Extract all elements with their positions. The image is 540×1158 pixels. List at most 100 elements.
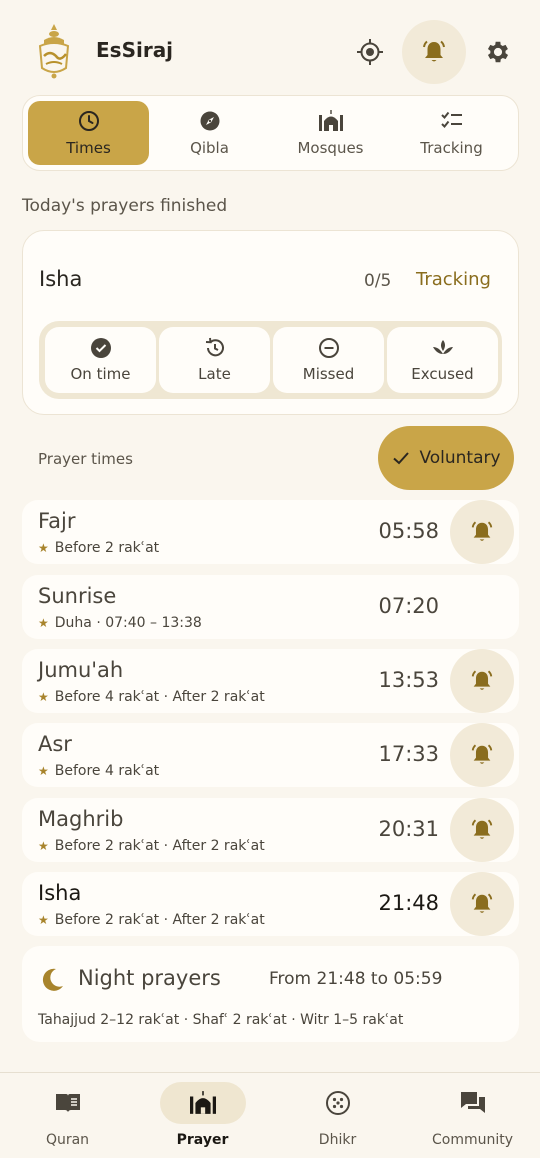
prayer-row-sunrise[interactable]: Sunrise ★ Duha · 07:40 – 13:38 07:20 bbox=[22, 575, 519, 639]
star-icon: ★ bbox=[38, 913, 49, 927]
prayer-sunnah-info: ★ Before 2 rakʿat bbox=[38, 540, 159, 556]
star-icon: ★ bbox=[38, 541, 49, 555]
current-prayer-name: Isha bbox=[39, 267, 83, 291]
status-label: On time bbox=[70, 365, 131, 383]
night-prayers-card[interactable]: Night prayers From 21:48 to 05:59 Tahajj… bbox=[22, 946, 519, 1042]
prayer-sunnah-info: ★ Duha · 07:40 – 13:38 bbox=[38, 615, 202, 631]
star-icon: ★ bbox=[38, 616, 49, 630]
bell-ringing-icon bbox=[423, 40, 445, 62]
status-label: Excused bbox=[411, 365, 474, 383]
app-logo bbox=[30, 22, 78, 80]
prayer-row-isha[interactable]: Isha ★ Before 2 rakʿat · After 2 rakʿat 21:… bbox=[22, 872, 519, 936]
minus-circle-icon bbox=[318, 338, 339, 358]
prayer-alarm-button[interactable] bbox=[450, 723, 514, 787]
bell-ringing-icon bbox=[471, 521, 493, 541]
settings-button[interactable] bbox=[474, 28, 522, 76]
chat-icon bbox=[460, 1092, 485, 1113]
nav-community[interactable]: Community bbox=[405, 1073, 540, 1158]
notifications-button[interactable] bbox=[402, 20, 466, 84]
compass-icon bbox=[200, 111, 219, 131]
checklist-icon bbox=[440, 111, 462, 128]
bell-ringing-icon bbox=[471, 744, 493, 764]
prayer-alarm-button[interactable] bbox=[450, 500, 514, 564]
status-on-time-button[interactable]: On time bbox=[45, 327, 156, 393]
sunnah-text: Duha · 07:40 – 13:38 bbox=[54, 615, 202, 631]
prayer-time: 05:58 bbox=[378, 519, 439, 543]
prayer-name: Sunrise bbox=[38, 584, 117, 608]
voluntary-label: Voluntary bbox=[419, 448, 501, 468]
status-label: Missed bbox=[302, 365, 355, 383]
prayer-alarm-button[interactable] bbox=[450, 798, 514, 862]
tab-label: Qibla bbox=[190, 139, 229, 157]
night-prayers-details: Tahajjud 2–12 rakʿat · Shafʿ 2 rakʿat · … bbox=[38, 1012, 404, 1028]
sunnah-text: Before 2 rakʿat bbox=[54, 540, 160, 556]
app-header: EsSiraj bbox=[0, 0, 540, 96]
app-title: EsSiraj bbox=[96, 38, 174, 62]
status-label: Late bbox=[198, 365, 231, 383]
tab-times[interactable]: Times bbox=[28, 101, 149, 165]
prayer-sunnah-info: ★ Before 4 rakʿat · After 2 rakʿat bbox=[38, 689, 265, 705]
status-options: On time Late Missed Excused bbox=[39, 321, 502, 399]
prayer-status-card: Isha 0/5 Tracking On time Late Missed Ex… bbox=[22, 230, 519, 415]
tab-label: Times bbox=[66, 139, 111, 157]
prayer-sunnah-info: ★ Before 4 rakʿat bbox=[38, 763, 159, 779]
prayer-times-label: Prayer times bbox=[38, 450, 133, 468]
history-icon bbox=[205, 337, 224, 357]
nav-label: Community bbox=[431, 1132, 514, 1148]
prayer-alarm-button[interactable] bbox=[450, 872, 514, 936]
prayer-row-maghrib[interactable]: Maghrib ★ Before 2 rakʿat · After 2 rakʿat… bbox=[22, 798, 519, 862]
nav-prayer[interactable]: Prayer bbox=[135, 1073, 270, 1158]
prayers-finished-title: Today's prayers finished bbox=[22, 196, 228, 216]
prayer-sunnah-info: ★ Before 2 rakʿat · After 2 rakʿat bbox=[38, 912, 265, 928]
star-icon: ★ bbox=[38, 690, 49, 704]
locate-button[interactable] bbox=[346, 28, 394, 76]
bottom-nav: Quran Prayer Dhikr Community bbox=[0, 1072, 540, 1158]
lotus-icon bbox=[432, 340, 453, 354]
prayer-time: 13:53 bbox=[378, 668, 439, 692]
prayers-count: 0/5 bbox=[364, 271, 392, 291]
prayer-alarm-button[interactable] bbox=[450, 649, 514, 713]
clock-icon bbox=[78, 111, 99, 131]
star-icon: ★ bbox=[38, 764, 49, 778]
bell-ringing-icon bbox=[471, 893, 493, 913]
prayer-time: 17:33 bbox=[378, 742, 439, 766]
top-tabs: Times Qibla Mosques Tracking bbox=[22, 95, 519, 171]
sunnah-text: Before 2 rakʿat · After 2 rakʿat bbox=[54, 838, 265, 854]
sunnah-text: Before 4 rakʿat · After 2 rakʿat bbox=[54, 689, 265, 705]
check-circle-icon bbox=[90, 338, 111, 358]
gear-icon bbox=[487, 41, 509, 63]
nav-quran[interactable]: Quran bbox=[0, 1073, 135, 1158]
status-late-button[interactable]: Late bbox=[159, 327, 270, 393]
tab-label: Mosques bbox=[297, 139, 364, 157]
prayer-name: Asr bbox=[38, 732, 72, 756]
prayer-name: Maghrib bbox=[38, 807, 124, 831]
beads-icon bbox=[325, 1091, 350, 1115]
prayer-row-jumuah[interactable]: Jumu'ah ★ Before 4 rakʿat · After 2 rakʿat… bbox=[22, 649, 519, 713]
bell-ringing-icon bbox=[471, 670, 493, 690]
prayer-time: 20:31 bbox=[378, 817, 439, 841]
mosque-icon bbox=[189, 1091, 216, 1114]
prayer-time: 07:20 bbox=[378, 594, 439, 618]
status-missed-button[interactable]: Missed bbox=[273, 327, 384, 393]
tab-qibla[interactable]: Qibla bbox=[149, 101, 270, 165]
status-excused-button[interactable]: Excused bbox=[387, 327, 498, 393]
prayer-row-fajr[interactable]: Fajr ★ Before 2 rakʿat 05:58 bbox=[22, 500, 519, 564]
prayer-name: Fajr bbox=[38, 509, 76, 533]
night-prayers-title: Night prayers bbox=[78, 966, 221, 990]
prayer-row-asr[interactable]: Asr ★ Before 4 rakʿat 17:33 bbox=[22, 723, 519, 787]
tab-mosques[interactable]: Mosques bbox=[270, 101, 391, 165]
prayer-sunnah-info: ★ Before 2 rakʿat · After 2 rakʿat bbox=[38, 838, 265, 854]
check-icon bbox=[393, 452, 410, 465]
sunnah-text: Before 4 rakʿat bbox=[54, 763, 160, 779]
tab-tracking[interactable]: Tracking bbox=[391, 101, 512, 165]
nav-label: Quran bbox=[45, 1132, 90, 1148]
tracking-link[interactable]: Tracking bbox=[416, 269, 491, 290]
star-icon: ★ bbox=[38, 839, 49, 853]
nav-label: Prayer bbox=[176, 1132, 229, 1148]
voluntary-toggle[interactable]: Voluntary bbox=[378, 426, 514, 490]
mosque-icon bbox=[318, 110, 343, 131]
nav-dhikr[interactable]: Dhikr bbox=[270, 1073, 405, 1158]
moon-icon bbox=[42, 968, 63, 991]
prayer-name: Isha bbox=[38, 881, 82, 905]
night-prayers-range: From 21:48 to 05:59 bbox=[269, 969, 443, 989]
